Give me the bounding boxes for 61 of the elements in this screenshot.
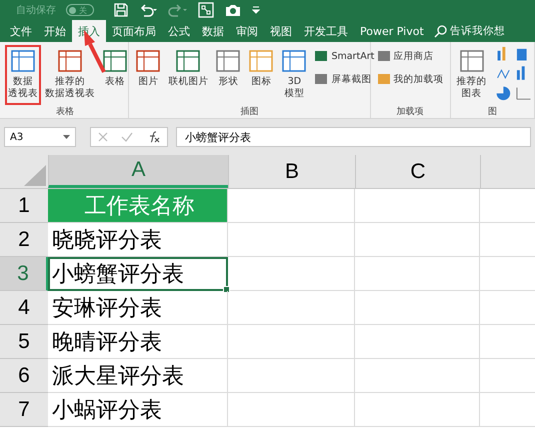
ribbon-tab[interactable]: 开始 [38, 20, 72, 42]
ribbon-icon [57, 48, 83, 74]
ribbon-tab[interactable]: 视图 [264, 20, 298, 42]
ribbon-tab[interactable]: 数据 [196, 20, 230, 42]
search-icon [434, 24, 447, 38]
ribbon-tab[interactable]: 文件 [4, 20, 38, 42]
ribbon-tab[interactable]: 公式 [162, 20, 196, 42]
ribbon-icon [175, 48, 202, 74]
ribbon-icon [314, 49, 328, 63]
group-label: 图 [486, 106, 498, 118]
table-cell: 小螃蟹评分表 [48, 257, 228, 291]
camera-icon[interactable] [224, 2, 242, 18]
ribbon-button[interactable]: 推荐的 数据透视表 [42, 45, 98, 105]
ribbon-icon [215, 48, 242, 74]
ribbon-icon [281, 48, 308, 74]
ribbon-button[interactable]: 推荐的 图表 [454, 45, 490, 105]
ribbon-icon [135, 48, 162, 74]
search-field[interactable]: 告诉我你想 [434, 20, 505, 42]
ribbon-button[interactable]: 图片 [132, 45, 164, 105]
row-header[interactable]: 4 [0, 291, 48, 325]
table-cell: 小蜗评分表 [48, 393, 228, 427]
group-label: 加载项 [396, 106, 425, 118]
column-header[interactable]: B [228, 155, 355, 188]
table-cell: 工作表名称 [48, 189, 228, 223]
ribbon-button[interactable]: 图标 [245, 45, 278, 105]
table-cell: 晓晓评分表 [48, 223, 228, 257]
ribbon-button[interactable]: 3D 模型 [278, 45, 310, 105]
ribbon-button[interactable]: 数据 透视表 [5, 45, 41, 105]
customize-caret-icon[interactable] [252, 6, 260, 14]
ribbon-icon [376, 72, 391, 86]
name-box[interactable]: A3 [4, 127, 76, 147]
group-label: 表格 [55, 106, 76, 118]
ribbon-button[interactable]: 表格 [99, 45, 131, 105]
ribbon-icon [10, 48, 36, 74]
ribbon-icon [102, 48, 128, 74]
undo-icon[interactable] [138, 3, 158, 17]
form-icon[interactable] [198, 2, 214, 18]
row-header[interactable]: 1 [0, 189, 48, 223]
ribbon-icon [458, 48, 485, 74]
ribbon-tab[interactable]: Power Pivot [354, 20, 430, 42]
ribbon-icon [376, 49, 391, 63]
row-header[interactable]: 3 [0, 257, 48, 291]
row-header[interactable]: 7 [0, 393, 48, 427]
row-header[interactable]: 2 [0, 223, 48, 257]
ribbon-button[interactable]: 联机图片 [165, 45, 212, 105]
formula-input[interactable]: 小螃蟹评分表 [176, 127, 531, 147]
enter-check-icon[interactable] [120, 132, 133, 142]
ribbon-tab[interactable]: 页面布局 [106, 20, 162, 42]
autosave-label: 自动保存 [16, 4, 56, 17]
column-header[interactable]: C [355, 155, 480, 188]
ribbon-button[interactable]: 形状 [212, 45, 244, 105]
row-header[interactable]: 5 [0, 325, 48, 359]
dropdown-caret-icon [63, 135, 70, 139]
group-label: 插图 [240, 106, 260, 118]
ribbon-icon [314, 72, 328, 86]
ribbon-icon [248, 48, 274, 74]
column-header[interactable]: A [48, 155, 228, 188]
save-icon[interactable] [114, 3, 128, 17]
ribbon-tab[interactable]: 审阅 [230, 20, 264, 42]
ribbon-tab[interactable]: 开发工具 [298, 20, 354, 42]
row-header[interactable]: 6 [0, 359, 48, 393]
